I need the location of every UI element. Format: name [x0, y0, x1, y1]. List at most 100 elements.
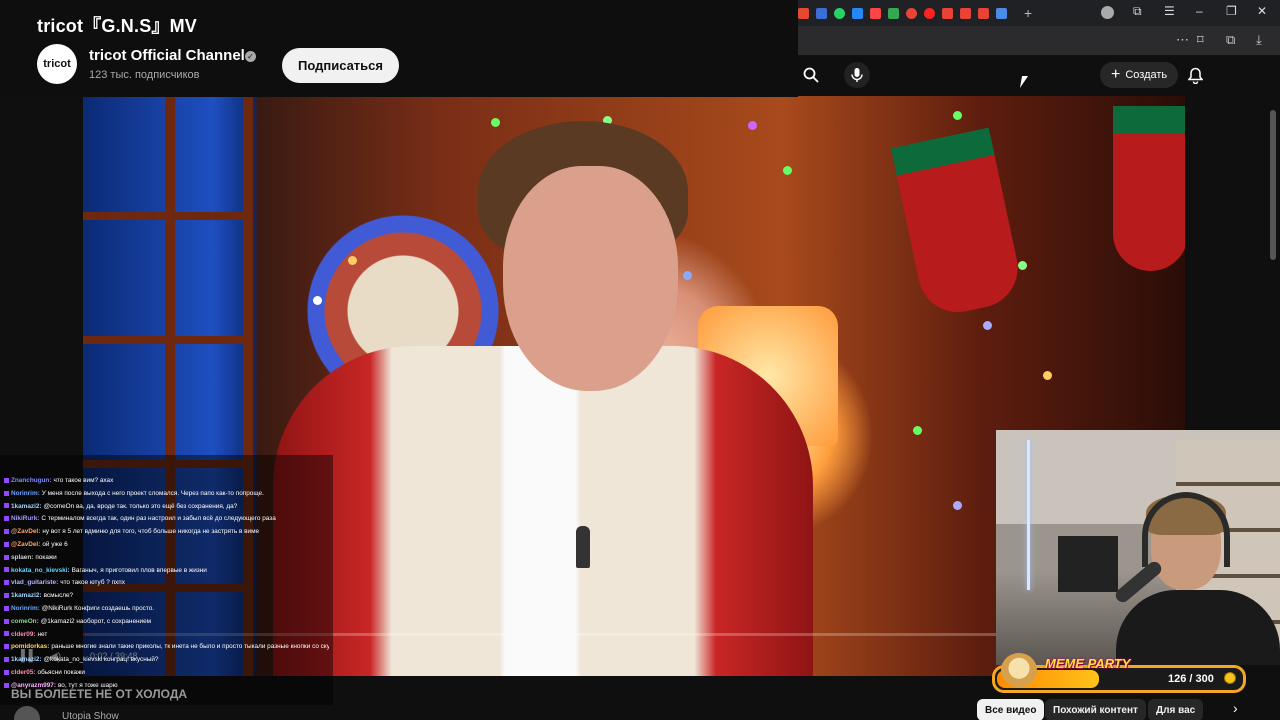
subscriber-count: 123 тыс. подписчиков [89, 69, 200, 81]
chat-username: @ZavDel: [11, 541, 41, 548]
video-scene-light [983, 321, 992, 330]
chat-username: splaen: [11, 553, 34, 561]
chat-username: clder09: [11, 630, 36, 638]
chat-username: @ZavDel: [11, 528, 41, 536]
tab-favicon[interactable] [906, 7, 917, 19]
more-icon[interactable]: ⋯ [1176, 32, 1189, 48]
chat-message: 1kamazi2: всмысле? [4, 592, 329, 600]
chip-related[interactable]: Похожий контент [1045, 699, 1146, 720]
chat-text: ой уже 6 [42, 541, 68, 548]
badge-icon [4, 580, 9, 586]
chat-text: всмысле? [43, 592, 74, 600]
badge-icon [4, 605, 9, 611]
chat-username: comeOn: [11, 617, 39, 625]
badge-icon [4, 477, 9, 483]
channel-name[interactable]: tricot Official Channel [89, 47, 245, 64]
notifications-button[interactable] [1184, 64, 1206, 86]
coin-icon [1224, 672, 1236, 684]
menu-icon[interactable]: ☰ [1164, 4, 1175, 18]
search-button[interactable] [800, 64, 822, 86]
tab-favicon[interactable] [978, 7, 989, 19]
chat-username: pomidorkas: [11, 643, 50, 651]
chat-message: Znanchugun: что такое вим? ахах [4, 477, 329, 485]
overlay-caption: ВЫ БОЛЕЕТЕ НЕ ОТ ХОЛОДА [11, 687, 188, 701]
tab-favicon[interactable] [924, 7, 935, 19]
chat-message: Norinrim: У меня после выхода с него прое… [4, 490, 329, 498]
tab-search-icon[interactable]: ⧉ [1133, 4, 1142, 19]
chevron-right-icon[interactable]: › [1233, 700, 1238, 716]
create-button[interactable]: + Создать [1100, 62, 1179, 88]
badge-icon [4, 554, 9, 560]
tab-favicon[interactable] [816, 7, 827, 19]
plus-icon: + [1111, 66, 1121, 83]
chat-text: С терминалом всегда так, один раз настро… [41, 515, 276, 523]
video-scene-light [953, 501, 962, 510]
bookmark-icon[interactable]: ⌑ [1197, 32, 1204, 48]
chat-username: 1kamazi2: [11, 502, 42, 510]
video-scene-light [683, 271, 692, 280]
chip-all-videos[interactable]: Все видео [977, 699, 1045, 720]
chat-message: Norinrim: @NikiRurk Конфиги создаешь прос… [4, 605, 329, 613]
maximize-icon[interactable]: ❐ [1226, 4, 1237, 18]
video-scene-light [953, 111, 962, 120]
video-scene-key-pendant [576, 526, 590, 568]
video-title-overlay: tricot『G.N.S』MV tricot tricot Official C… [0, 0, 798, 97]
streamer-webcam [996, 430, 1280, 665]
subscribe-button[interactable]: Подписаться [282, 48, 399, 83]
profile-icon[interactable] [1101, 6, 1114, 19]
tab-favicon[interactable] [870, 7, 881, 19]
video-scene-light [348, 256, 357, 265]
screen: + ⧉ ☰ – ❐ ✕ ⋯ ⌑ ⧉ ⤓ + Создать ▐▐ ◀) 0:02… [0, 0, 1280, 720]
chat-text: Ваганыч, я приготовил плов впервые в жиз… [71, 566, 207, 574]
badge-icon [4, 503, 9, 509]
chat-username: Norinrim: [11, 489, 40, 497]
tab-favicon[interactable] [996, 7, 1007, 19]
video-scene-light [1043, 371, 1052, 380]
video-scene-stocking [1113, 106, 1185, 271]
chat-text: @NikiRurk Конфиги создаешь просто. [41, 605, 155, 612]
channel-logo[interactable]: tricot [37, 44, 77, 84]
meme-party-title: MEME PARTY [1045, 656, 1131, 671]
tab-favicon[interactable] [798, 7, 809, 19]
tab-favicon[interactable] [834, 7, 845, 19]
chat-message: NikiRurk: С терминалом всегда так, один р… [4, 515, 329, 523]
download-icon[interactable]: ⤓ [1256, 32, 1262, 48]
bottom-channel-name[interactable]: Utopia Show [62, 711, 119, 720]
badge-icon [4, 631, 9, 637]
chat-username: Norinrim: [11, 605, 40, 612]
address-bar[interactable] [790, 26, 1280, 56]
search-icon [803, 67, 819, 83]
scrollbar[interactable] [1270, 110, 1276, 260]
channel-avatar[interactable] [14, 706, 40, 720]
chat-message: kokata_no_kievski: Ваганыч, я приготовил … [4, 567, 329, 575]
chat-message: @ZavDel: ну вот я 5 лет вдминю для того, … [4, 528, 329, 536]
tab-favicon[interactable] [852, 7, 863, 19]
video-title[interactable]: tricot『G.N.S』MV [37, 12, 197, 38]
chat-username: Znanchugun: [11, 477, 52, 484]
collections-icon[interactable]: ⧉ [1226, 32, 1235, 48]
webcam-body [1116, 590, 1280, 665]
doge-icon [1001, 653, 1037, 687]
video-scene-shirt [273, 346, 813, 676]
chat-text: ну вот я 5 лет вдминю для того, чтоб бол… [42, 528, 260, 536]
chat-username: NikiRurk: [11, 515, 40, 523]
minimize-icon[interactable]: – [1196, 4, 1203, 18]
video-scene-light [748, 121, 757, 130]
chat-text: @comeOn ва, да, вроде так. только это ещ… [43, 502, 238, 510]
chip-for-you[interactable]: Для вас [1148, 699, 1204, 720]
badge-icon [4, 490, 9, 496]
chat-text: покажи [35, 553, 57, 561]
chat-message: clder09: нет [4, 631, 329, 639]
chat-username: kokata_no_kievski: [11, 566, 70, 574]
bell-icon [1187, 67, 1203, 84]
tab-favicon[interactable] [942, 7, 953, 19]
tab-favicon[interactable] [960, 7, 971, 19]
new-tab-icon[interactable]: + [1024, 5, 1032, 21]
webcam-monitor [1058, 536, 1118, 592]
tab-favicon[interactable] [888, 7, 899, 19]
chat-message: @ZavDel: ой уже 6 [4, 541, 329, 549]
close-icon[interactable]: ✕ [1257, 4, 1267, 18]
meme-party-count: 126 / 300 [1168, 673, 1214, 685]
create-label: Создать [1125, 69, 1168, 81]
voice-search-button[interactable] [844, 62, 870, 88]
